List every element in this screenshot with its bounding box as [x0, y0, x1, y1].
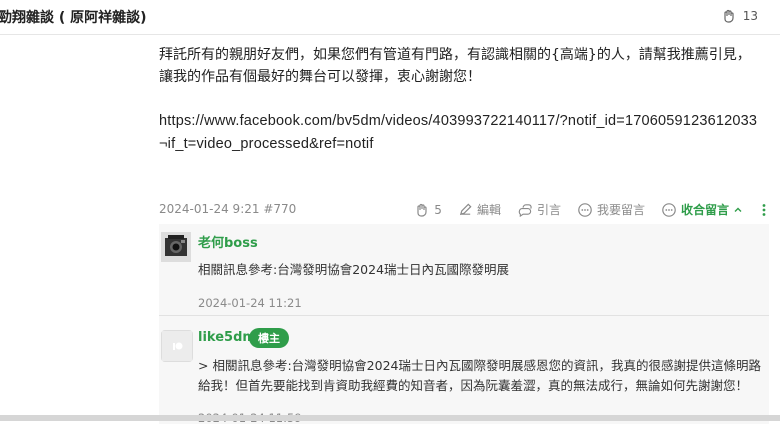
reply-button[interactable]: 我要留言 [577, 201, 645, 218]
edit-icon [459, 203, 472, 216]
comment-text: 相關訊息參考:台灣發明協會2024瑞士日內瓦國際發明展 [198, 262, 510, 277]
chevron-up-icon [734, 207, 742, 212]
quote-label: 引言 [536, 203, 561, 217]
gp-icon [724, 9, 734, 23]
post-date-floor[interactable]: 2024-01-24 9:21 #770 [159, 202, 296, 216]
collapse-label: 收合留言 [680, 203, 729, 217]
reply-label: 我要留言 [596, 203, 645, 217]
more-icon [762, 203, 766, 216]
avatar[interactable] [161, 330, 193, 362]
comment-time: 2024-01-24 11:21 [198, 296, 302, 310]
default-avatar-icon [162, 331, 192, 361]
comment-divider [159, 315, 769, 316]
quote-button[interactable]: 引言 [517, 201, 561, 218]
comment-icon [662, 202, 676, 217]
camera-avatar-icon [161, 232, 191, 262]
op-badge: 樓主 [249, 328, 289, 348]
gp-count: 5 [434, 202, 442, 217]
commenter-name[interactable]: like5dm [198, 330, 256, 345]
thread-header: 勁翔雜談 ( 原阿祥雜談) 13 [0, 0, 780, 35]
comment-text: > 相關訊息參考:台灣發明協會2024瑞士日內瓦國際發明展感恩您的資訊，我真的很… [198, 358, 761, 393]
edit-button[interactable]: 編輯 [458, 201, 501, 218]
gp-icon [417, 203, 427, 217]
gp-button[interactable]: 5 [414, 202, 442, 218]
post-paragraph: 拜託所有的親朋好友們，如果您們有管道有門路，有認識相關的{高端}的人，請幫我推薦… [159, 47, 751, 85]
horizontal-scrollbar[interactable] [0, 415, 780, 421]
comment-icon [578, 202, 592, 217]
thread-title[interactable]: 勁翔雜談 ( 原阿祥雜談) [0, 7, 147, 27]
avatar[interactable] [161, 232, 191, 262]
post-actions: 5 編輯 引言 我要留言 收合留言 [398, 201, 769, 218]
quote-icon [518, 204, 532, 217]
collapse-comments-button[interactable]: 收合留言 [661, 201, 743, 218]
post-link[interactable]: https://www.facebook.com/bv5dm/videos/40… [159, 110, 759, 156]
header-gp-count: 13 [742, 9, 758, 23]
header-gp-button[interactable]: 13 [721, 8, 758, 24]
edit-label: 編輯 [476, 203, 501, 217]
comments-section: 老何boss 相關訊息參考:台灣發明協會2024瑞士日內瓦國際發明展 2024-… [159, 224, 769, 425]
commenter-name[interactable]: 老何boss [198, 232, 258, 251]
more-options-button[interactable] [759, 202, 769, 218]
post-content: 拜託所有的親朋好友們，如果您們有管道有門路，有認識相關的{高端}的人，請幫我推薦… [159, 44, 759, 156]
post-meta: 2024-01-24 9:21 #770 5 編輯 引言 我要留言 收合留言 [159, 201, 769, 219]
